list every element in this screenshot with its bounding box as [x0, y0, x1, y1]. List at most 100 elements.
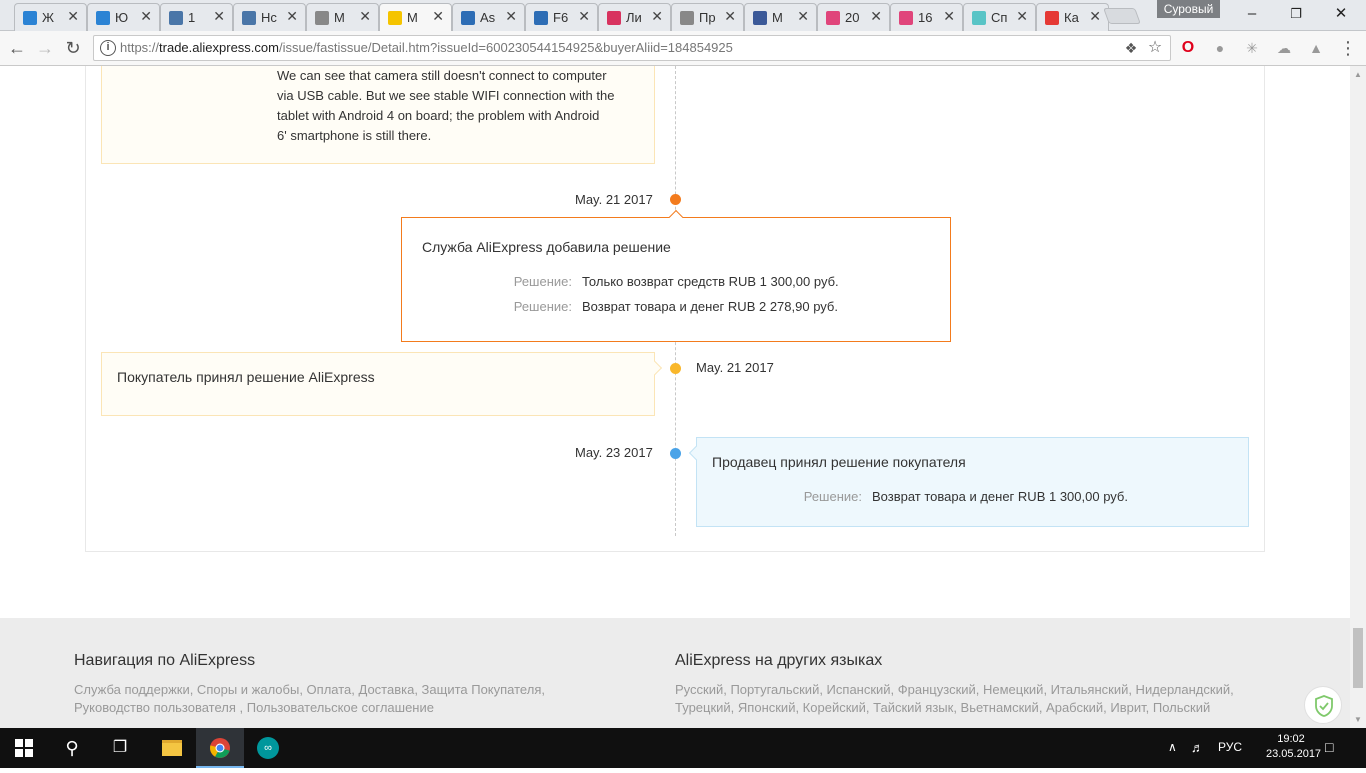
- scroll-thumb[interactable]: [1353, 628, 1363, 688]
- menu-icon[interactable]: ⋮: [1339, 39, 1357, 57]
- browser-tab[interactable]: Ж ✕: [14, 3, 87, 31]
- browser-tab[interactable]: М ✕: [744, 3, 817, 31]
- task-view-icon[interactable]: ❐: [96, 728, 144, 768]
- close-tab-icon[interactable]: ✕: [67, 8, 79, 25]
- profile-button[interactable]: Суровый: [1157, 0, 1220, 18]
- aliexpress-decision-card: Служба AliExpress добавила решение Решен…: [401, 209, 951, 342]
- tab-label: М: [334, 10, 345, 25]
- browser-tab[interactable]: F6 ✕: [525, 3, 598, 31]
- browser-tab[interactable]: 20 ✕: [817, 3, 890, 31]
- close-tab-icon[interactable]: ✕: [213, 8, 225, 25]
- new-tab-button[interactable]: [1103, 8, 1141, 24]
- restore-icon[interactable]: ❐: [1281, 4, 1311, 24]
- browser-tab[interactable]: Нс ✕: [233, 3, 306, 31]
- extension-puzzle-icon[interactable]: ❖: [1122, 39, 1140, 57]
- shield-icon: [1315, 695, 1333, 717]
- tab-label: As: [480, 10, 496, 25]
- event-title: Продавец принял решение покупателя: [712, 454, 966, 470]
- site-info-icon[interactable]: i: [100, 40, 116, 56]
- arduino-icon[interactable]: ∞: [244, 728, 292, 768]
- close-tab-icon[interactable]: ✕: [870, 8, 882, 25]
- buyer-accepted-card: Покупатель принял решение AliExpress: [101, 352, 663, 416]
- windows-taskbar: ⚲ ❐ ∞ ∧ ♬ РУС 19:02 23.05.2017 □: [0, 728, 1366, 768]
- browser-tab[interactable]: Сп ✕: [963, 3, 1036, 31]
- footer-nav-line[interactable]: Служба поддержки, Споры и жалобы, Оплата…: [74, 681, 545, 699]
- tab-label: Ю: [115, 10, 129, 25]
- close-tab-icon[interactable]: ✕: [1089, 8, 1101, 25]
- close-tab-icon[interactable]: ✕: [432, 8, 444, 25]
- tab-label: М: [407, 10, 418, 25]
- tray-chevron-icon[interactable]: ∧: [1168, 740, 1177, 754]
- browser-tab[interactable]: Ка ✕: [1036, 3, 1109, 31]
- footer-nav-title: Навигация по AliExpress: [74, 652, 256, 669]
- address-bar[interactable]: i https://trade.aliexpress.com/issue/fas…: [93, 35, 1171, 61]
- close-tab-icon[interactable]: ✕: [797, 8, 809, 25]
- pdf-icon[interactable]: ▲: [1307, 39, 1325, 57]
- footer-nav-links[interactable]: Служба поддержки, Споры и жалобы, Оплата…: [74, 681, 545, 717]
- search-icon[interactable]: ⚲: [48, 728, 96, 768]
- aliexpress-icon: [388, 11, 402, 25]
- extension-icon[interactable]: ✳: [1243, 39, 1261, 57]
- footer-nav-line[interactable]: Руководство пользователя , Пользовательс…: [74, 699, 545, 717]
- browser-tab[interactable]: Ли ✕: [598, 3, 671, 31]
- d-icon: [607, 11, 621, 25]
- forward-icon[interactable]: →: [34, 37, 56, 59]
- browser-tab[interactable]: 1 ✕: [160, 3, 233, 31]
- close-tab-icon[interactable]: ✕: [359, 8, 371, 25]
- protection-shield-button[interactable]: [1304, 686, 1342, 724]
- back-icon[interactable]: ←: [6, 37, 28, 59]
- volume-icon[interactable]: ♬: [1191, 740, 1204, 755]
- close-tab-icon[interactable]: ✕: [1016, 8, 1028, 25]
- plane-icon: [23, 11, 37, 25]
- footer-lang-line[interactable]: Турецкий, Японский, Корейский, Тайский я…: [675, 699, 1234, 717]
- start-button[interactable]: [0, 728, 48, 768]
- scroll-down-icon[interactable]: ▼: [1354, 715, 1362, 724]
- tab-label: Пр: [699, 10, 716, 25]
- system-clock[interactable]: 19:02 23.05.2017: [1266, 732, 1322, 762]
- close-tab-icon[interactable]: ✕: [724, 8, 736, 25]
- event-date: May. 21 2017: [696, 360, 774, 375]
- browser-tab[interactable]: As ✕: [452, 3, 525, 31]
- scroll-up-icon[interactable]: ▲: [1354, 70, 1362, 79]
- browser-tab[interactable]: Пр ✕: [671, 3, 744, 31]
- page-icon: [680, 11, 694, 25]
- close-tab-icon[interactable]: ✕: [578, 8, 590, 25]
- close-tab-icon[interactable]: ✕: [140, 8, 152, 25]
- close-tab-icon[interactable]: ✕: [286, 8, 298, 25]
- footer-lang-links[interactable]: Русский, Португальский, Испанский, Франц…: [675, 681, 1234, 717]
- cloud-icon[interactable]: ☁: [1275, 39, 1293, 57]
- browser-tab[interactable]: М ✕: [306, 3, 379, 31]
- timeline-dot-orange: [670, 194, 681, 205]
- globe-icon[interactable]: ●: [1211, 39, 1229, 57]
- page-content: We can see that camera still doesn't con…: [0, 66, 1350, 728]
- bookmark-star-icon[interactable]: ☆: [1146, 39, 1164, 57]
- page-icon: [315, 11, 329, 25]
- message-line: tablet with Android 4 on board; the prob…: [277, 108, 600, 123]
- close-tab-icon[interactable]: ✕: [505, 8, 517, 25]
- url-text[interactable]: https://trade.aliexpress.com/issue/fasti…: [120, 40, 733, 55]
- browser-tab[interactable]: Ю ✕: [87, 3, 160, 31]
- reload-icon[interactable]: ↻: [62, 37, 84, 59]
- close-tab-icon[interactable]: ✕: [651, 8, 663, 25]
- map-pin-icon: [1045, 11, 1059, 25]
- footer-lang-title: AliExpress на других языках: [675, 652, 883, 669]
- message-line: 6' smartphone is still there.: [277, 128, 432, 143]
- notifications-icon[interactable]: □: [1325, 739, 1333, 755]
- browser-tab[interactable]: М ✕: [379, 3, 452, 32]
- close-window-icon[interactable]: ✕: [1326, 4, 1356, 24]
- browser-tab[interactable]: 16 ✕: [890, 3, 963, 31]
- decision-label: Решение:: [513, 299, 572, 314]
- language-indicator[interactable]: РУС: [1218, 740, 1242, 754]
- page-scrollbar[interactable]: ▲ ▼: [1350, 66, 1366, 728]
- file-explorer-icon[interactable]: [148, 728, 196, 768]
- seller-accepted-card: Продавец принял решение покупателя Решен…: [688, 437, 1249, 527]
- minimize-icon[interactable]: –: [1237, 4, 1267, 24]
- clock-date: 23.05.2017: [1266, 748, 1322, 760]
- footer-lang-line[interactable]: Русский, Португальский, Испанский, Франц…: [675, 681, 1234, 699]
- close-tab-icon[interactable]: ✕: [943, 8, 955, 25]
- decision-row: Решение: Возврат товара и денег RUB 1 300…: [712, 489, 1128, 504]
- opera-icon[interactable]: O: [1179, 39, 1197, 57]
- tab-label: 1: [188, 10, 196, 25]
- buyer-message-card: We can see that camera still doesn't con…: [101, 66, 655, 164]
- chrome-taskbar-icon[interactable]: [196, 728, 244, 768]
